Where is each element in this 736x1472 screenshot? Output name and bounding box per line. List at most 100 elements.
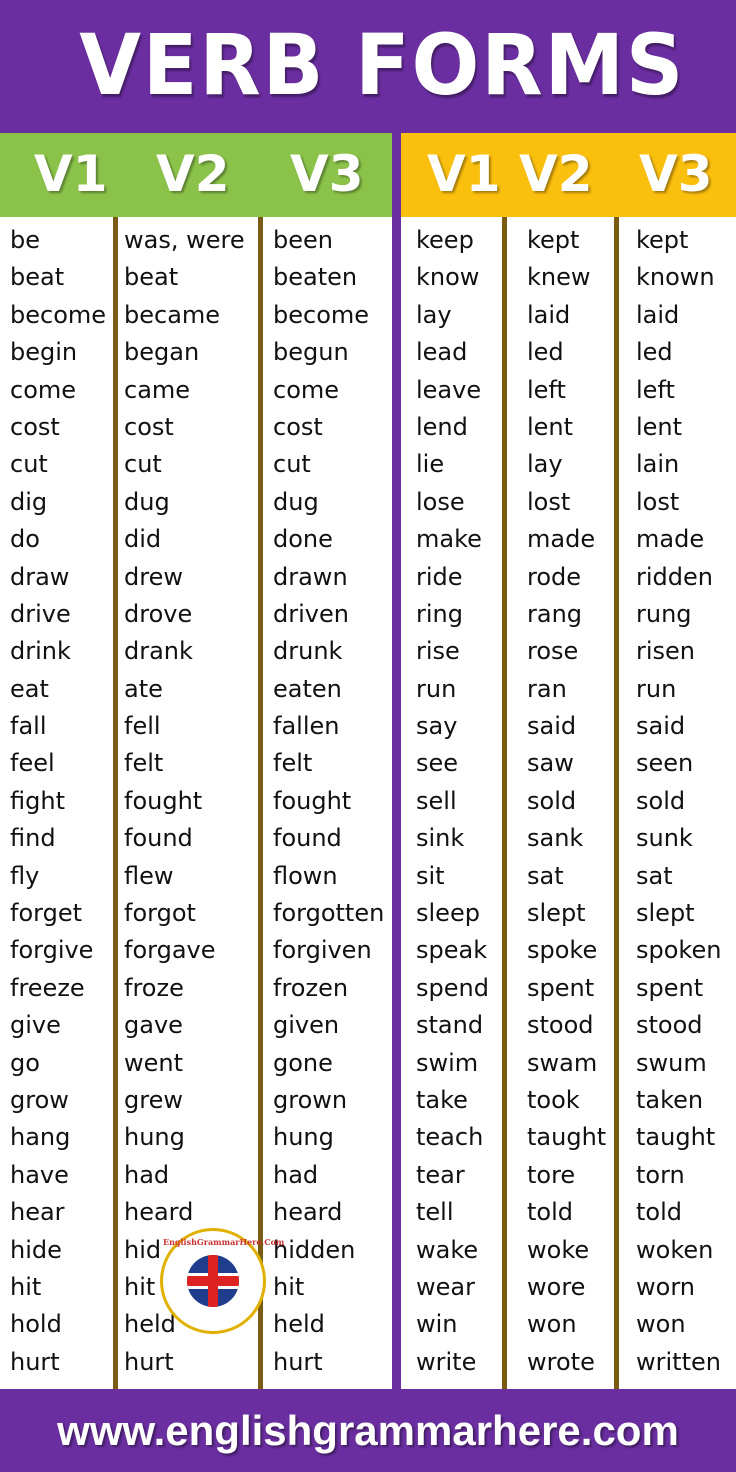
verb-cell: found [124, 824, 193, 853]
verb-cell: ring [416, 599, 463, 628]
verb-cell: hide [10, 1235, 62, 1264]
verb-cell: kept [636, 226, 689, 254]
right-col-v2: kept knew laid led left lent lay lost made rode ra… [527, 222, 606, 1381]
logo-text: EnglishGrammarHere.Com [163, 1237, 285, 1247]
verb-cell: eat [10, 674, 49, 703]
right-header-v2: V2 [519, 145, 593, 203]
verb-cell: became [124, 300, 221, 329]
verb-cell: wrote [527, 1347, 595, 1376]
verb-cell: fly [10, 861, 40, 890]
verb-cell: hung [273, 1123, 334, 1152]
verb-cell: hit [10, 1272, 42, 1301]
verb-cell: frozen [273, 973, 349, 1002]
verb-cell: rung [636, 599, 692, 628]
verb-cell: hung [124, 1123, 185, 1152]
verb-cell: hear [10, 1198, 65, 1227]
verb-cell: made [636, 525, 705, 554]
verb-cell: lost [636, 487, 680, 516]
verb-cell: froze [124, 973, 184, 1002]
verb-cell: spend [416, 973, 489, 1002]
verb-cell: gone [273, 1048, 333, 1077]
verb-cell: said [636, 712, 686, 741]
verb-cell: sleep [416, 899, 480, 928]
verb-cell: drive [10, 599, 71, 628]
footer-url: www.englishgrammarhere.com [57, 1406, 679, 1454]
verb-cell: known [636, 263, 715, 292]
verb-cell: wore [527, 1272, 586, 1301]
verb-cell: made [527, 525, 596, 554]
verb-cell: led [527, 338, 564, 367]
verb-cell: lent [527, 412, 574, 441]
verb-cell: begun [273, 338, 349, 367]
verb-cell: say [416, 712, 458, 741]
verb-cell: knew [527, 263, 591, 292]
verb-cell: grow [10, 1085, 69, 1114]
left-header-bar: V1 V2 V3 [0, 133, 392, 217]
verb-cell: sit [416, 861, 445, 890]
verb-cell: slept [636, 899, 695, 928]
verb-cell: beaten [273, 263, 358, 292]
verb-cell: won [527, 1310, 577, 1339]
verb-cell: did [124, 525, 162, 554]
verb-cell: leave [416, 375, 482, 404]
verb-cell: be [10, 226, 40, 254]
verb-cell: ridden [636, 562, 713, 591]
verb-cell: driven [273, 599, 349, 628]
verb-cell: won [636, 1310, 686, 1339]
right-col-v3: kept known laid led left lent lain lost made ridd… [636, 222, 721, 1381]
verb-cell: risen [636, 637, 696, 666]
verb-cell: spent [527, 973, 595, 1002]
verb-cell: found [273, 824, 342, 853]
right-header-v1: V1 [427, 145, 501, 203]
verb-cell: lie [416, 450, 445, 479]
verb-cell: take [416, 1085, 468, 1114]
left-header-v3: V3 [290, 145, 364, 203]
verb-cell: sell [416, 786, 457, 815]
verb-cell: wake [416, 1235, 479, 1264]
verb-cell: hurt [124, 1347, 174, 1376]
verb-cell: began [124, 338, 200, 367]
left-header-v2: V2 [156, 145, 230, 203]
verb-cell: fell [124, 712, 161, 741]
verb-cell: sold [527, 786, 577, 815]
verb-cell: hit [273, 1272, 305, 1301]
verb-cell: find [10, 824, 56, 853]
verb-cell: swam [527, 1048, 598, 1077]
verb-cell: rose [527, 637, 579, 666]
verb-cell: tear [416, 1160, 465, 1189]
verb-cell: swim [416, 1048, 479, 1077]
verb-cell: wear [416, 1272, 475, 1301]
right-header-bar: V1 V2 V3 [401, 133, 736, 217]
verb-cell: write [416, 1347, 477, 1376]
verb-cell: fallen [273, 712, 340, 741]
verb-cell: make [416, 525, 482, 554]
verb-cell: said [527, 712, 577, 741]
verb-cell: sank [527, 824, 584, 853]
column-divider [113, 217, 118, 1389]
verb-cell: do [10, 525, 40, 554]
verb-cell: torn [636, 1160, 685, 1189]
verb-cell: drank [124, 637, 193, 666]
verb-cell: grown [273, 1085, 348, 1114]
verb-cell: seen [636, 749, 694, 778]
verb-cell: dig [10, 487, 48, 516]
verb-cell: given [273, 1011, 340, 1040]
verb-cell: hurt [273, 1347, 323, 1376]
verb-cell: saw [527, 749, 574, 778]
verb-cell: begin [10, 338, 78, 367]
verb-cell: beat [124, 263, 179, 292]
verb-cell: forget [10, 899, 82, 928]
verb-cell: drunk [273, 637, 343, 666]
verb-cell: took [527, 1085, 580, 1114]
verb-cell: forgiven [273, 936, 372, 965]
verb-cell: see [416, 749, 459, 778]
left-col-v3: been beaten become begun come cost cut dug done d… [273, 222, 384, 1381]
verb-cell: feel [10, 749, 55, 778]
verb-cell: go [10, 1048, 40, 1077]
verb-cell: sold [636, 786, 686, 815]
verb-cell: fought [273, 786, 352, 815]
verb-cell: freeze [10, 973, 85, 1002]
verb-cell: written [636, 1347, 721, 1376]
verb-cell: drew [124, 562, 183, 591]
verb-cell: forgive [10, 936, 94, 965]
